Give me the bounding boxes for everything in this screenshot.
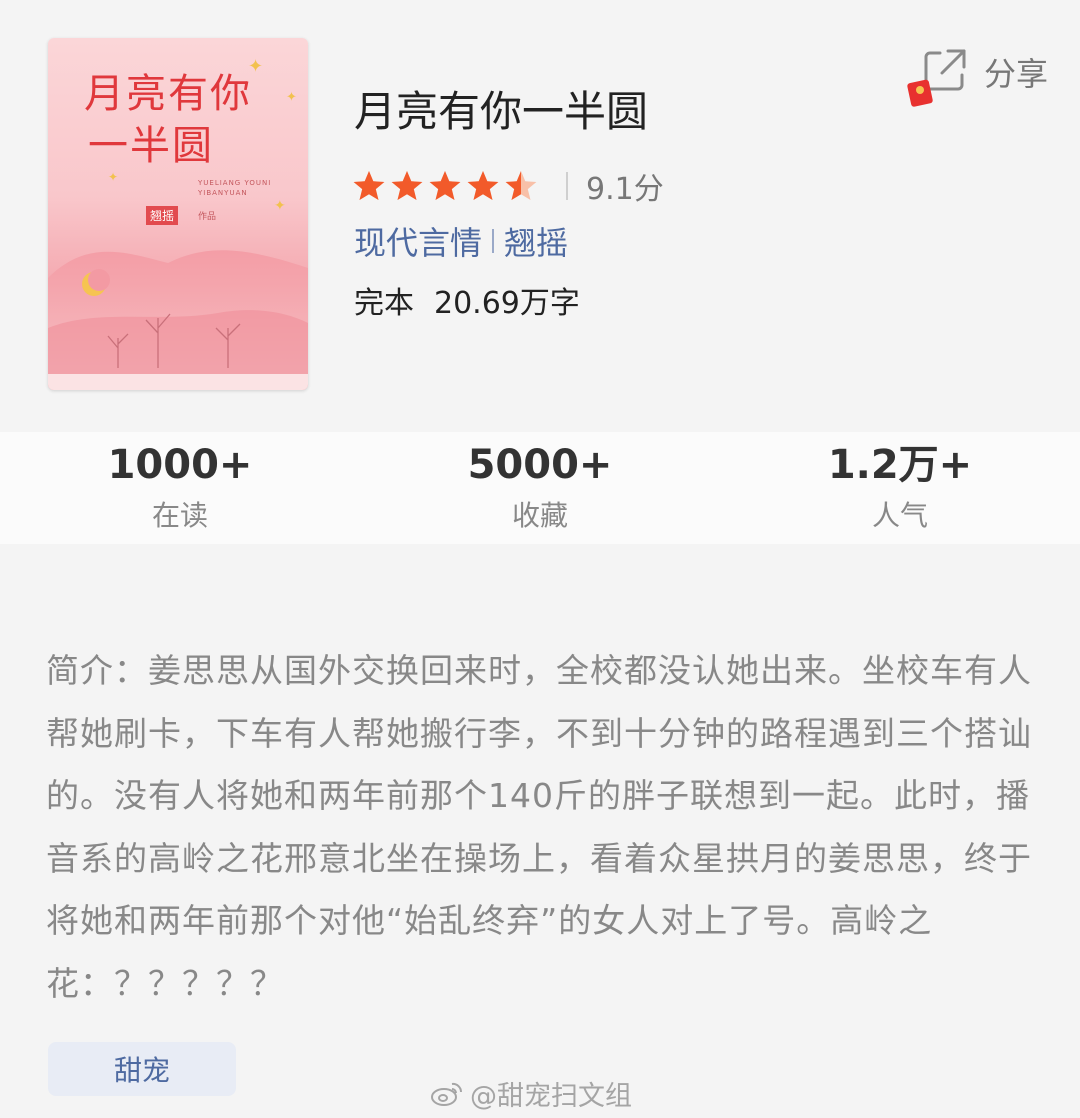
rating-score: 9.1分 xyxy=(586,172,664,207)
meta-divider xyxy=(492,229,495,253)
word-count: 20.69万字 xyxy=(434,286,580,321)
stat-value: 1000+ xyxy=(107,442,253,488)
star-icon xyxy=(429,171,461,200)
stat-popularity: 1.2万+ 人气 xyxy=(720,432,1080,544)
book-title: 月亮有你一半圆 xyxy=(354,87,649,136)
rating-divider xyxy=(566,172,568,200)
star-icon xyxy=(391,171,423,200)
stat-reading: 1000+ 在读 xyxy=(0,432,360,544)
weibo-icon xyxy=(431,1082,463,1106)
stat-value: 1.2万+ xyxy=(827,442,973,488)
rating-row: 9.1分 xyxy=(352,164,664,208)
share-button[interactable]: 分享 xyxy=(890,36,1080,108)
stats-bar: 1000+ 在读 5000+ 收藏 1.2万+ 人气 xyxy=(0,432,1080,544)
author-link[interactable]: 翘摇 xyxy=(504,218,568,264)
rating-stars xyxy=(352,169,542,203)
book-cover[interactable]: 月亮有你 一半圆 YUELIANG YOUNI YIBANYUAN 翘摇 作品 … xyxy=(48,38,308,390)
tag-chip[interactable]: 甜宠 xyxy=(48,1042,236,1096)
watermark-text: @甜宠扫文组 xyxy=(470,1081,632,1112)
book-intro[interactable]: 简介：姜思思从国外交换回来时，全校都没认她出来。坐校车有人帮她刷卡，下车有人帮她… xyxy=(46,640,1036,1015)
red-envelope-icon xyxy=(906,78,936,112)
category-link[interactable]: 现代言情 xyxy=(354,218,482,264)
star-icon xyxy=(353,171,385,200)
stat-value: 5000+ xyxy=(467,442,613,488)
watermark: @甜宠扫文组 xyxy=(430,1074,632,1113)
stat-label: 人气 xyxy=(871,499,928,532)
stat-label: 在读 xyxy=(151,499,208,532)
star-icon xyxy=(505,171,537,200)
share-label: 分享 xyxy=(984,55,1049,93)
book-status: 完本 20.69万字 xyxy=(354,278,580,322)
stat-favorites: 5000+ 收藏 xyxy=(360,432,720,544)
completion-status: 完本 xyxy=(354,286,414,321)
cover-illustration xyxy=(48,250,308,390)
stat-label: 收藏 xyxy=(511,499,568,532)
book-meta: 现代言情 翘摇 xyxy=(354,218,568,264)
star-icon xyxy=(467,171,499,200)
